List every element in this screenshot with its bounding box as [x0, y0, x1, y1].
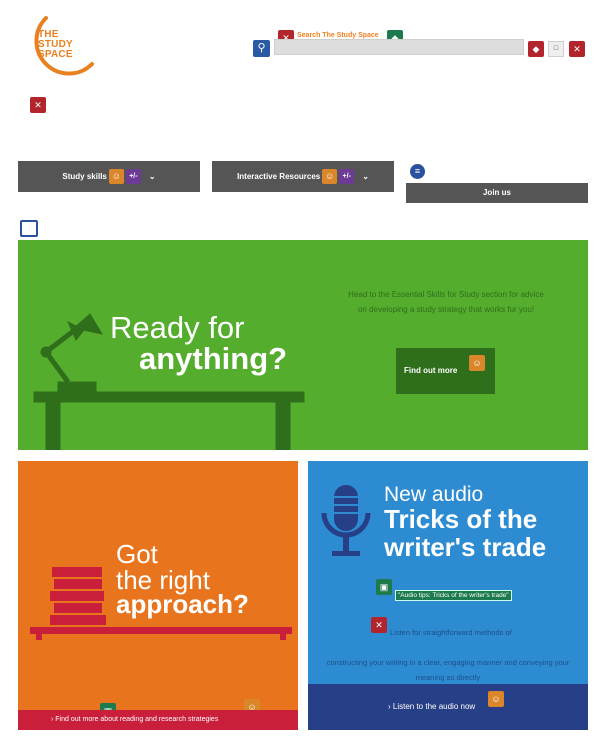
hero-banner: Ready for anything? Head to the Essentia… [18, 240, 588, 450]
audio-description-line-2: constructing your writing in a clear, en… [326, 658, 570, 682]
audio-description-line-1: Listen for straightforward methods of [390, 628, 512, 637]
image-badge-icon-2: ▣ [376, 579, 392, 595]
listen-audio-link[interactable]: › Listen to the audio now [308, 684, 588, 730]
microphone-icon [321, 485, 371, 556]
nav-interactive-resources[interactable]: Interactive Resources ☺ +/- ⌄ [212, 161, 394, 192]
list-icon[interactable]: ≡ [410, 164, 425, 179]
hero-title-line-2: anything? [139, 341, 288, 376]
search-label: Search The Study Space [297, 32, 379, 39]
join-button[interactable]: Join us [406, 183, 588, 203]
a11y-badge-icon-2: ☺ [322, 169, 338, 184]
error-badge-icon-4: ✕ [371, 617, 387, 633]
audio-tips-link[interactable]: "Audio tips: Tricks of the writer's trad… [395, 590, 512, 601]
a11y-badge-icon: ☺ [108, 169, 124, 184]
error-badge-icon-2: ✕ [569, 41, 585, 57]
a11y-badge-icon-3: ☺ [469, 355, 485, 371]
reading-strategies-link[interactable]: › Find out more about reading and resear… [18, 710, 298, 730]
audio-tips-tile[interactable]: New audio Tricks of the writer's trade ▣… [308, 461, 588, 730]
logo-line-3: SPACE [38, 49, 73, 60]
blue-title-line-2: Tricks of the [384, 504, 538, 534]
a11y-badge-icon-5: ☺ [488, 691, 504, 707]
nav-study-skills[interactable]: Study skills ☺ +/- ⌄ [18, 161, 200, 192]
chevron-down-icon-2: ⌄ [362, 172, 369, 181]
chevron-down-icon: ⌄ [148, 172, 156, 181]
site-logo[interactable]: THE STUDY SPACE [24, 12, 96, 82]
nav-interactive-label: Interactive Resources [237, 172, 321, 181]
orange-title-line-3: approach? [116, 589, 249, 619]
error-badge-icon-3: ✕ [30, 97, 46, 113]
hero-button-label: Find out more [404, 366, 458, 375]
nav-study-skills-label: Study skills [62, 172, 107, 181]
math-badge-icon-2: +/- [339, 169, 355, 184]
search-submit-button[interactable]: □ [548, 41, 564, 57]
trash-icon [20, 220, 38, 237]
search-input[interactable] [274, 39, 524, 55]
blue-title-line-3: writer's trade [384, 532, 547, 562]
reading-strategies-tile[interactable]: Got the right approach? ▣ ☺ › Find out m… [18, 461, 298, 730]
math-badge-icon: +/- [125, 169, 141, 184]
search-icon[interactable]: ⚲ [253, 40, 270, 57]
tag-error-badge-icon: ◆ [528, 41, 544, 57]
hero-description: Head to the Essential Skills for Study s… [348, 290, 544, 314]
logo-text: THE STUDY SPACE [38, 30, 73, 60]
